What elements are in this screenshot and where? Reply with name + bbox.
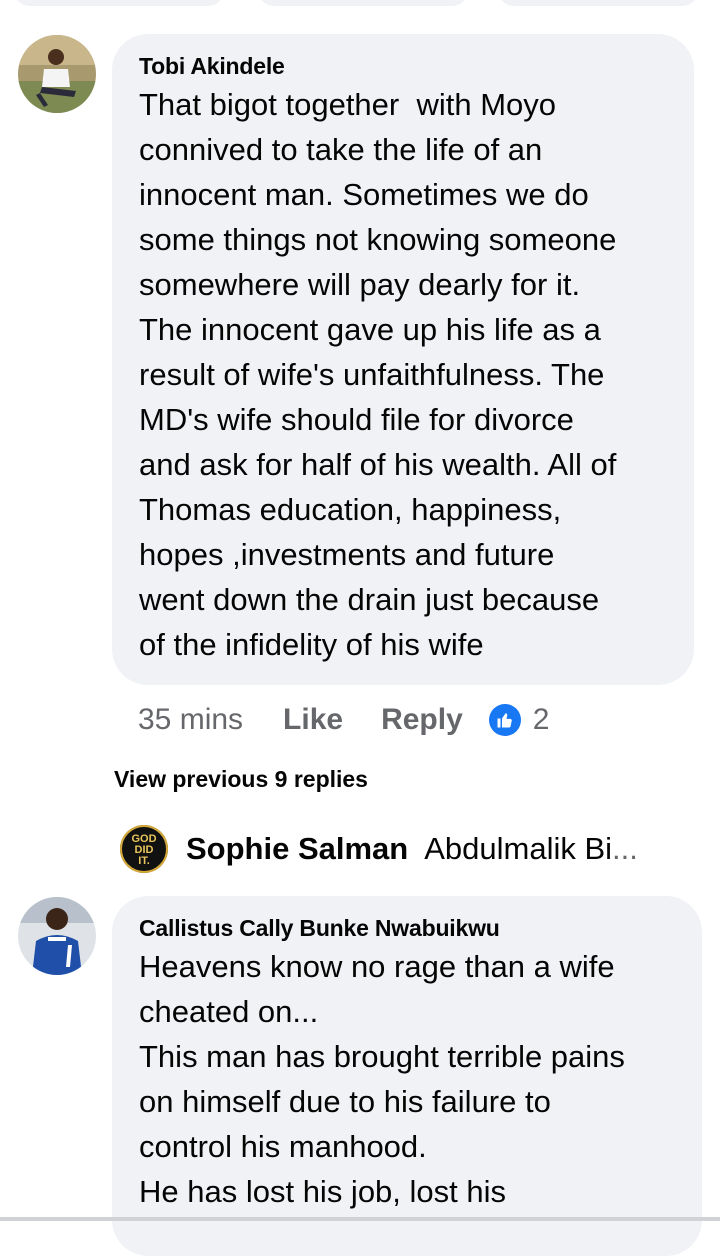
avatar-photo bbox=[18, 897, 96, 975]
thumbs-up-icon[interactable] bbox=[488, 704, 521, 736]
comment-author[interactable]: Callistus Cally Bunke Nwabuikwu bbox=[139, 914, 702, 942]
comment-line: Heavens know no rage than a wife bbox=[139, 949, 615, 984]
view-previous-replies-link[interactable]: View previous 9 replies bbox=[114, 766, 368, 793]
comment-bubble[interactable]: Callistus Cally Bunke Nwabuikwu Heavens … bbox=[112, 896, 702, 1256]
god-did-it-logo: GOD DID IT. bbox=[120, 825, 168, 873]
comment-line: cheated on... bbox=[139, 994, 319, 1029]
comment-line: of the infidelity of his wife bbox=[139, 627, 484, 662]
reaction-count[interactable]: 2 bbox=[533, 703, 550, 737]
reply-button[interactable]: Reply bbox=[381, 703, 463, 737]
comment-line: on himself due to his failure to bbox=[139, 1084, 551, 1119]
avatar-photo bbox=[18, 35, 96, 113]
reaction-chip[interactable] bbox=[498, 0, 698, 6]
comment-text: That bigot together with Moyo connived t… bbox=[139, 82, 694, 667]
latest-reply-preview[interactable]: GOD DID IT. Sophie Salman Abdulmalik Bi.… bbox=[120, 824, 638, 874]
comment-timestamp[interactable]: 35 mins bbox=[138, 703, 243, 737]
comment-author[interactable]: Tobi Akindele bbox=[139, 52, 694, 80]
reaction-chip[interactable] bbox=[258, 0, 468, 6]
comment-line: He has lost his job, lost his bbox=[139, 1174, 507, 1209]
comment-line: The innocent gave up his life as a bbox=[139, 312, 601, 347]
ellipsis: ... bbox=[612, 831, 638, 866]
comment-line: result of wife's unfaithfulness. The bbox=[139, 357, 605, 392]
avatar[interactable]: GOD DID IT. bbox=[120, 825, 168, 873]
comment-line: control his manhood. bbox=[139, 1129, 427, 1164]
comment-line: somewhere will pay dearly for it. bbox=[139, 267, 581, 302]
like-button[interactable]: Like bbox=[283, 703, 343, 737]
comment-line: This man has brought terrible pains bbox=[139, 1039, 625, 1074]
comment-line: That bigot together with Moyo bbox=[139, 87, 557, 122]
comment-line: Thomas education, happiness, bbox=[139, 492, 562, 527]
reply-preview-text[interactable]: Abdulmalik Bi... bbox=[424, 831, 638, 867]
comment-line: and ask for half of his wealth. All of bbox=[139, 447, 617, 482]
comment-line: MD's wife should file for divorce bbox=[139, 402, 574, 437]
comment-line: went down the drain just because bbox=[139, 582, 600, 617]
svg-text:IT.: IT. bbox=[138, 855, 150, 867]
comment-line: connived to take the life of an bbox=[139, 132, 543, 167]
avatar[interactable] bbox=[18, 35, 96, 113]
comment-line: some things not knowing someone bbox=[139, 222, 617, 257]
comment-line: hopes ,investments and future bbox=[139, 537, 555, 572]
reaction-chip[interactable] bbox=[14, 0, 224, 6]
bottom-divider bbox=[0, 1217, 720, 1221]
comment-bubble[interactable]: Tobi Akindele That bigot together with M… bbox=[112, 34, 694, 685]
reply-author[interactable]: Sophie Salman bbox=[186, 831, 408, 867]
comment-actions: 35 mins Like Reply 2 bbox=[138, 698, 549, 742]
reply-preview-body: Abdulmalik Bi bbox=[424, 831, 613, 866]
avatar[interactable] bbox=[18, 897, 96, 975]
comment-text: Heavens know no rage than a wife cheated… bbox=[139, 944, 702, 1214]
comment-line: innocent man. Sometimes we do bbox=[139, 177, 589, 212]
